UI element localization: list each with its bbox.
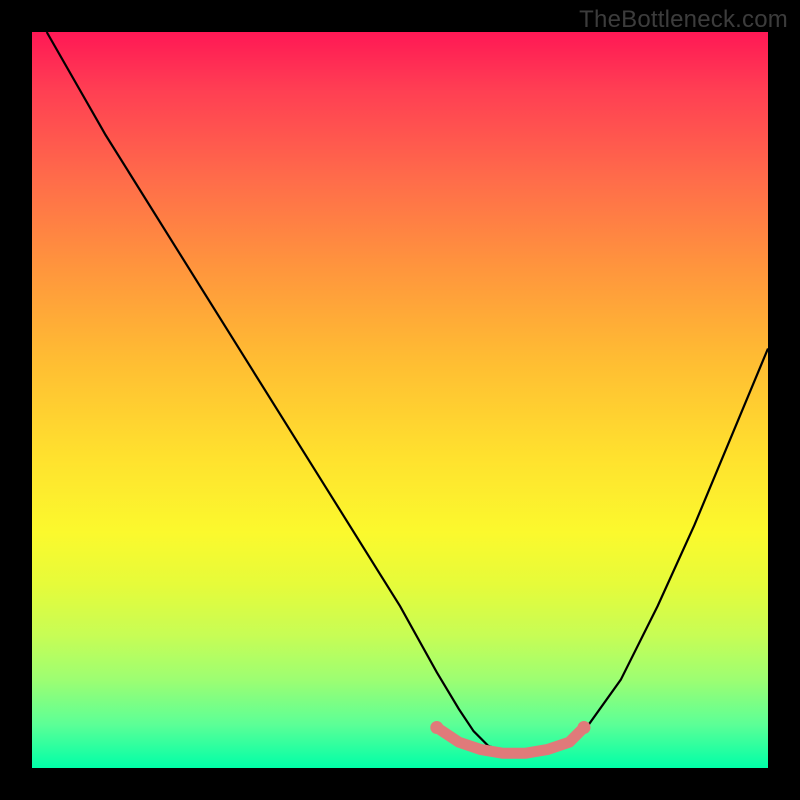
chart-svg [32,32,768,768]
optimal-band-markers [430,721,590,753]
watermark-text: TheBottleneck.com [579,6,788,34]
bottleneck-curve [47,32,768,753]
chart-frame: TheBottleneck.com [0,0,800,800]
